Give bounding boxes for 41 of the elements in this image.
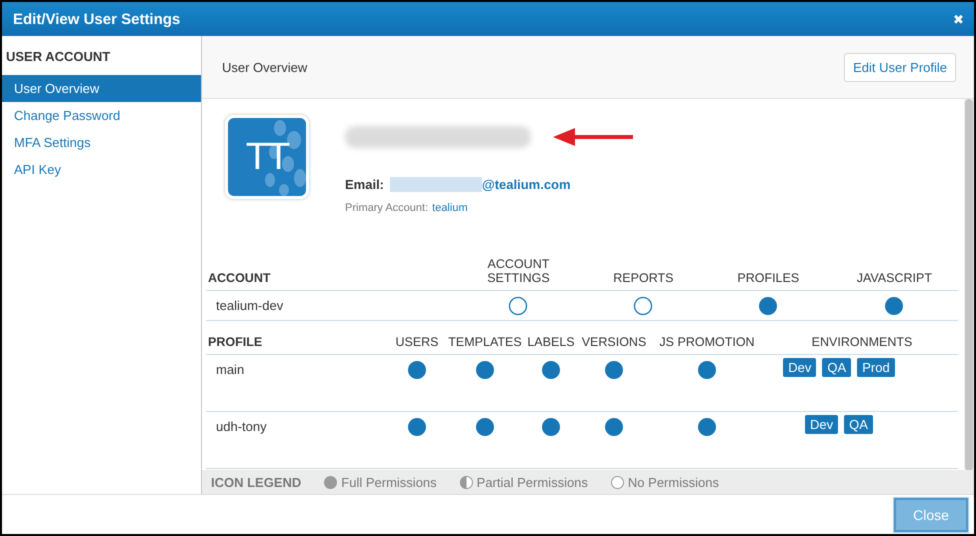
column-header: ACCOUNT (206, 271, 456, 291)
legend-label: No Permissions (628, 474, 719, 490)
legend-label: Full Permissions (341, 474, 437, 490)
environment-badge: Dev (783, 358, 816, 377)
column-header: REPORTS (580, 271, 706, 291)
half-circle-icon (458, 474, 474, 490)
column-header: JAVASCRIPT (830, 271, 958, 291)
environment-badge: QA (822, 358, 852, 377)
column-header: VERSIONS (580, 335, 648, 355)
email-label: Email: (345, 177, 384, 192)
column-header: USERS (386, 335, 448, 355)
profile-name: udh-tony (206, 412, 386, 469)
column-header: LABELS (522, 335, 580, 355)
account-name: tealium-dev (206, 291, 456, 321)
environment-badge: Prod (857, 358, 895, 377)
column-header: PROFILE (206, 335, 386, 355)
avatar-initials: TT (246, 136, 288, 178)
sidebar-item[interactable]: MFA Settings (2, 129, 201, 156)
sidebar-item[interactable]: User Overview (2, 75, 201, 102)
column-header: PROFILES (706, 271, 831, 291)
column-header: JS PROMOTION (648, 335, 766, 355)
column-header: TEMPLATES (448, 335, 522, 355)
legend-title: ICON LEGEND (211, 474, 302, 490)
column-header: ENVIRONMENTS (766, 335, 958, 355)
environment-badge: Dev (805, 415, 838, 434)
empty-circle-icon (610, 474, 625, 490)
column-header: ACCOUNT SETTINGS (456, 257, 581, 291)
edit-profile-button[interactable]: Edit User Profile (844, 52, 956, 82)
window-title: Edit/View User Settings (13, 10, 180, 28)
section-title: User Overview (222, 60, 308, 74)
primary-account-link[interactable]: tealium (432, 202, 468, 214)
legend-label: Partial Permissions (476, 474, 588, 490)
sidebar-item[interactable]: Change Password (2, 102, 201, 129)
email-domain: @tealium.com (482, 177, 571, 192)
close-button[interactable]: ✖ (951, 12, 966, 26)
primary-account-label: Primary Account: (345, 202, 428, 214)
environment-badge: QA (844, 415, 873, 434)
full-circle-icon (323, 474, 338, 490)
sidebar-heading: USER ACCOUNT (5, 48, 112, 66)
profile-name: main (206, 355, 386, 412)
sidebar-item[interactable]: API Key (2, 156, 201, 183)
